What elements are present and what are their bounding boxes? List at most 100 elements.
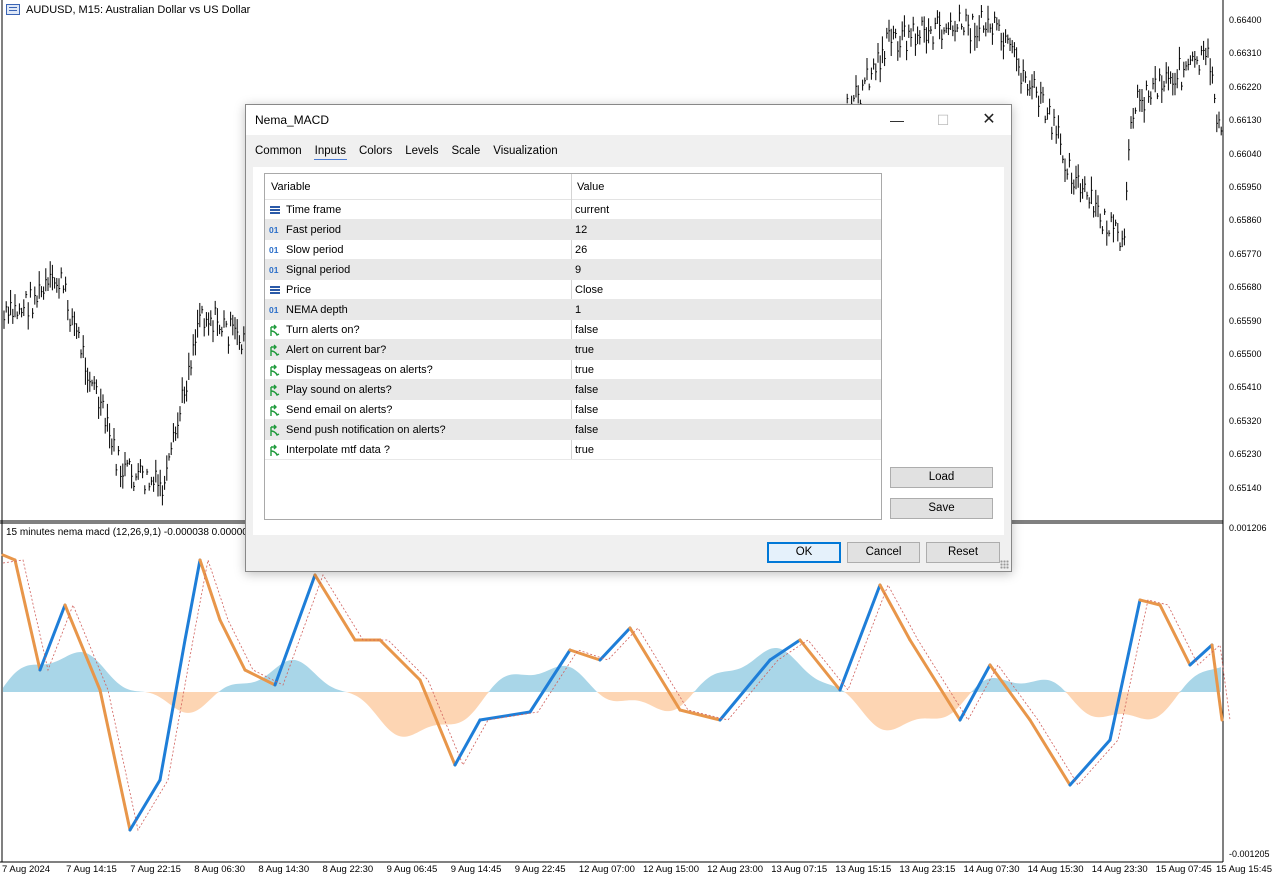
resize-grip[interactable] xyxy=(1000,560,1009,569)
dialog-titlebar[interactable]: Nema_MACD — ☐ ✕ xyxy=(246,105,1011,135)
price-tick-label: 0.66400 xyxy=(1229,15,1262,25)
input-value[interactable]: Close xyxy=(575,284,603,296)
tab-scale[interactable]: Scale xyxy=(450,143,481,159)
time-tick-label: 9 Aug 14:45 xyxy=(450,864,502,875)
indicator-tick-label: -0.001205 xyxy=(1229,849,1270,859)
input-row[interactable]: Alert on current bar? true xyxy=(265,340,881,360)
input-value[interactable]: true xyxy=(575,364,594,376)
load-button[interactable]: Load xyxy=(890,467,993,488)
maximize-button[interactable]: ☐ xyxy=(920,105,966,135)
histogram-negative xyxy=(3,692,1221,737)
tab-colors[interactable]: Colors xyxy=(358,143,393,159)
input-variable-name: Price xyxy=(286,284,312,296)
input-row[interactable]: Send email on alerts? false xyxy=(265,400,881,420)
column-header-variable[interactable]: Variable xyxy=(271,181,311,193)
price-tick-label: 0.65140 xyxy=(1229,482,1262,493)
price-tick-label: 0.65770 xyxy=(1229,248,1262,259)
price-tick-label: 0.65500 xyxy=(1229,349,1262,359)
minimize-button[interactable]: — xyxy=(874,105,920,135)
ok-button[interactable]: OK xyxy=(767,542,841,563)
boolean-arrow-icon xyxy=(269,324,283,336)
macd-line-segment xyxy=(128,778,162,832)
input-variable-name: Turn alerts on? xyxy=(286,324,360,336)
input-row[interactable]: Display messageas on alerts? true xyxy=(265,360,881,380)
tab-levels[interactable]: Levels xyxy=(404,143,439,159)
input-variable-name: Send email on alerts? xyxy=(286,404,393,416)
input-variable-name: Time frame xyxy=(286,204,342,216)
macd-line-segment xyxy=(1,553,17,562)
price-tick-label: 0.66220 xyxy=(1229,81,1262,92)
enum-list-icon xyxy=(269,204,283,216)
chart-menu-icon[interactable] xyxy=(6,4,20,15)
integer-icon: 01 xyxy=(269,265,279,275)
input-row[interactable]: Send push notification on alerts? false xyxy=(265,420,881,440)
input-value[interactable]: true xyxy=(575,444,594,456)
price-tick-label: 0.65410 xyxy=(1229,382,1262,393)
cancel-button[interactable]: Cancel xyxy=(847,542,920,563)
input-value[interactable]: 26 xyxy=(575,244,587,256)
boolean-arrow-icon xyxy=(269,344,283,356)
input-row[interactable]: Price Close xyxy=(265,280,881,300)
input-value[interactable]: true xyxy=(575,344,594,356)
time-tick-label: 13 Aug 07:15 xyxy=(771,864,828,875)
time-tick-label: 14 Aug 23:30 xyxy=(1091,864,1148,875)
inputs-rows: Time frame current 01 Fast period 12 01 Slow p… xyxy=(265,200,881,460)
input-variable-name: Interpolate mtf data ? xyxy=(286,444,390,456)
boolean-arrow-icon xyxy=(269,424,283,436)
time-tick-label: 14 Aug 15:30 xyxy=(1027,864,1084,875)
input-value[interactable]: 9 xyxy=(575,264,581,276)
dialog-title: Nema_MACD xyxy=(255,113,330,127)
input-row[interactable]: Time frame current xyxy=(265,200,881,220)
input-value[interactable]: false xyxy=(575,424,598,436)
inputs-panel: Variable Value Time frame current 01 Fast p… xyxy=(253,167,1004,535)
input-variable-name: Alert on current bar? xyxy=(286,344,387,356)
macd-line-segment xyxy=(1108,598,1142,742)
input-value[interactable]: false xyxy=(575,404,598,416)
time-tick-label: 12 Aug 15:00 xyxy=(643,864,699,875)
tab-common[interactable]: Common xyxy=(254,143,303,159)
price-tick-label: 0.65590 xyxy=(1229,315,1262,326)
chart-title: AUDUSD, M15: Australian Dollar vs US Dol… xyxy=(26,4,251,16)
time-tick-label: 7 Aug 2024 xyxy=(2,864,51,875)
macd-line-segment xyxy=(313,573,357,642)
input-variable-name: Send push notification on alerts? xyxy=(286,424,446,436)
input-row[interactable]: 01 Fast period 12 xyxy=(265,220,881,240)
reset-button[interactable]: Reset xyxy=(926,542,1000,563)
macd-line-segment xyxy=(988,663,1032,722)
input-row[interactable]: 01 NEMA depth 1 xyxy=(265,300,881,320)
macd-line-segment xyxy=(183,558,202,642)
boolean-arrow-icon xyxy=(269,364,283,376)
time-tick-label: 9 Aug 22:45 xyxy=(514,864,566,875)
input-value[interactable]: false xyxy=(575,324,598,336)
input-row[interactable]: 01 Signal period 9 xyxy=(265,260,881,280)
price-tick-label: 0.65320 xyxy=(1229,415,1262,426)
time-tick-label: 8 Aug 06:30 xyxy=(194,864,246,875)
close-button[interactable]: ✕ xyxy=(966,105,1012,135)
time-tick-label: 15 Aug 15:45 xyxy=(1216,864,1272,875)
price-tick-label: 0.66040 xyxy=(1229,148,1262,159)
input-row[interactable]: Turn alerts on? false xyxy=(265,320,881,340)
price-tick-label: 0.66310 xyxy=(1229,48,1262,59)
input-row[interactable]: Play sound on alerts? false xyxy=(265,380,881,400)
tab-inputs[interactable]: Inputs xyxy=(313,143,347,160)
input-variable-name: Fast period xyxy=(286,224,342,236)
indicator-tick-label: 0.001206 xyxy=(1229,523,1267,533)
input-row[interactable]: Interpolate mtf data ? true xyxy=(265,440,881,460)
input-value[interactable]: 12 xyxy=(575,224,587,236)
macd-line-segment xyxy=(13,558,42,672)
column-header-value[interactable]: Value xyxy=(577,181,604,193)
input-value[interactable]: current xyxy=(575,204,609,216)
integer-icon: 01 xyxy=(269,305,279,315)
macd-line-segment xyxy=(218,618,247,672)
time-tick-label: 13 Aug 15:15 xyxy=(835,864,892,875)
macd-line-segment xyxy=(453,718,482,767)
input-row[interactable]: 01 Slow period 26 xyxy=(265,240,881,260)
input-value[interactable]: false xyxy=(575,384,598,396)
input-variable-name: NEMA depth xyxy=(286,304,348,316)
indicator-properties-dialog: Nema_MACD — ☐ ✕ Common Inputs Colors Levels… xyxy=(245,104,1012,572)
time-tick-label: 12 Aug 23:00 xyxy=(707,864,764,875)
save-button[interactable]: Save xyxy=(890,498,993,519)
tab-visualization[interactable]: Visualization xyxy=(492,143,558,159)
time-tick-label: 15 Aug 07:45 xyxy=(1155,864,1212,875)
input-value[interactable]: 1 xyxy=(575,304,581,316)
